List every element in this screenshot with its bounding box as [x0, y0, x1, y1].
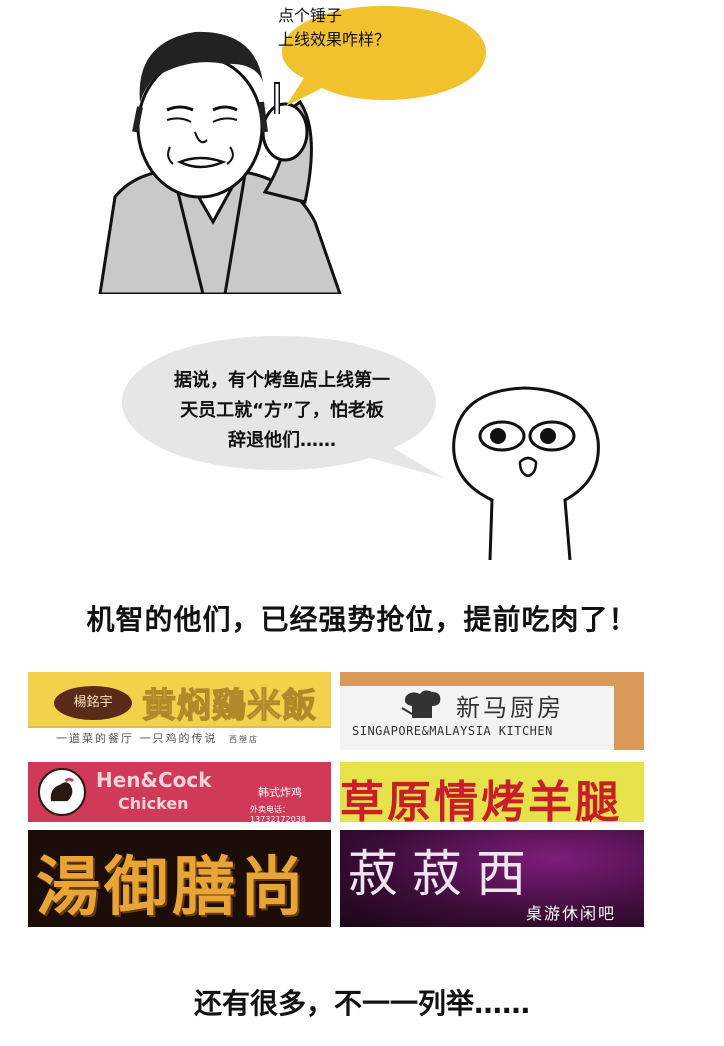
sign-title: Hen&Cock — [96, 768, 212, 792]
sign-image-huangmenji: 楊銘宇 黄焖鷄米飯 一道菜的餐厅 一只鸡的传说 西塑店 — [28, 672, 331, 750]
sign-subtitle: SINGAPORE&MALAYSIA KITCHEN — [352, 724, 553, 738]
sign-image-xinma-kitchen: 新马厨房 SINGAPORE&MALAYSIA KITCHEN — [340, 672, 644, 750]
sign-image-caoyuanqing: 草原情烤羊腿 — [340, 762, 644, 822]
speech-line: 上线效果咋样？ — [278, 30, 391, 49]
speech-line: 点个锤子 — [278, 6, 343, 25]
sign-subtitle: 一道菜的餐厅 一只鸡的传说 西塑店 — [28, 726, 331, 750]
sign-title: 新马厨房 — [456, 694, 564, 722]
speech-line: 天员工就“方”了，怕老板 — [180, 400, 384, 421]
sign-title: 湯御膳尚 — [36, 850, 308, 925]
sign-image-tangyushanshang: 湯御膳尚 — [28, 830, 331, 927]
wood-frame — [614, 672, 644, 750]
speech-bubble-text-1: 点个锤子 上线效果咋样？ — [278, 2, 490, 50]
headline: 机智的他们，已经强势抢位，提前吃肉了！ — [86, 603, 638, 636]
footer-caption: 还有很多，不一一列举…… — [193, 987, 530, 1020]
sign-title: 草原情烤羊腿 — [340, 777, 622, 822]
sign-subtitle: 桌游休闲吧 — [526, 904, 617, 923]
rooster-logo-icon — [38, 768, 86, 816]
blob-character-illustration — [452, 386, 600, 560]
chef-hat-icon — [401, 690, 441, 718]
speech-line: 据说，有个烤鱼店上线第一 — [174, 370, 390, 391]
sign-phone: 外卖电话：13732172038 — [250, 805, 306, 822]
sign-title: 黄焖鷄米飯 — [141, 685, 317, 726]
speech-line: 辞退他们…… — [228, 430, 336, 451]
sign-brand: 楊銘宇 — [54, 686, 132, 720]
sign-title: 菽菽西 — [348, 845, 540, 903]
sign-image-hen-cock: Hen&Cock Chicken 韩式炸鸡 外卖电话：13732172038 — [28, 762, 331, 822]
sign-image-disidixi: 菽菽西 桌游休闲吧 — [340, 830, 644, 927]
sign-title-secondary: Chicken — [118, 794, 189, 813]
sign-subtitle: 韩式炸鸡 — [258, 786, 302, 799]
speech-bubble-text-2: 据说，有个烤鱼店上线第一 天员工就“方”了，怕老板 辞退他们…… — [138, 366, 426, 456]
wood-frame — [340, 672, 644, 686]
